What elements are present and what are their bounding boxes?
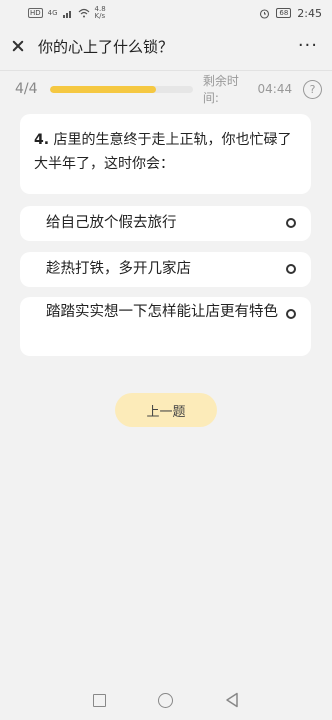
status-time: 2:45 xyxy=(297,6,322,20)
status-left: HD 4G 4.8 K/s xyxy=(28,6,106,20)
close-icon[interactable] xyxy=(10,38,26,54)
timer-label: 剩余时间: xyxy=(202,74,239,105)
progress-fill xyxy=(49,85,156,93)
option-label: 踏踏实实想一下怎样能让店更有特色 xyxy=(46,304,278,320)
system-nav-bar xyxy=(0,680,332,720)
speed-unit: K/s xyxy=(94,12,106,20)
status-right: 68 2:45 xyxy=(259,7,322,20)
progress-counter: 4/4 xyxy=(15,81,38,97)
alarm-icon xyxy=(260,8,270,19)
help-icon[interactable]: ? xyxy=(303,79,323,99)
radio-icon[interactable] xyxy=(286,218,296,228)
previous-question-button[interactable]: 上一题 xyxy=(115,393,217,427)
more-icon[interactable]: ··· xyxy=(298,37,322,55)
radio-icon[interactable] xyxy=(286,309,296,319)
progress-row: 4/4 剩余时间: 04:44 ? xyxy=(0,74,332,105)
option-3[interactable]: 踏踏实实想一下怎样能让店更有特色 xyxy=(20,297,311,356)
nav-bar: 你的心上了什么锁？ ··· xyxy=(0,26,332,66)
network-indicator: 4G xyxy=(47,8,58,17)
option-2[interactable]: 趁热打铁，多开几家店 xyxy=(20,252,311,287)
question-number: 4. xyxy=(34,132,50,148)
network-speed: 4.8 K/s xyxy=(95,6,106,20)
timer-value: 04:44 xyxy=(257,82,293,96)
question-text: 店里的生意终于走上正轨，你也忙碌了大半年了，这时你会： xyxy=(34,132,292,172)
option-label: 给自己放个假去旅行 xyxy=(46,215,177,231)
option-1[interactable]: 给自己放个假去旅行 xyxy=(20,206,311,241)
sim-indicator: HD xyxy=(28,8,43,18)
progress-bar xyxy=(49,85,193,93)
nav-divider xyxy=(0,70,332,71)
option-label: 趁热打铁，多开几家店 xyxy=(46,261,191,277)
battery-icon: 68 xyxy=(276,8,292,18)
page-title: 你的心上了什么锁？ xyxy=(38,37,174,56)
signal-icon xyxy=(62,10,71,18)
home-icon[interactable] xyxy=(158,692,173,708)
radio-icon[interactable] xyxy=(286,264,296,274)
back-icon[interactable] xyxy=(225,692,239,708)
status-bar: HD 4G 4.8 K/s 68 2:45 xyxy=(0,0,332,26)
wifi-icon xyxy=(78,8,89,18)
recent-apps-icon[interactable] xyxy=(93,693,106,707)
question-card: 4. 店里的生意终于走上正轨，你也忙碌了大半年了，这时你会： xyxy=(20,114,311,194)
